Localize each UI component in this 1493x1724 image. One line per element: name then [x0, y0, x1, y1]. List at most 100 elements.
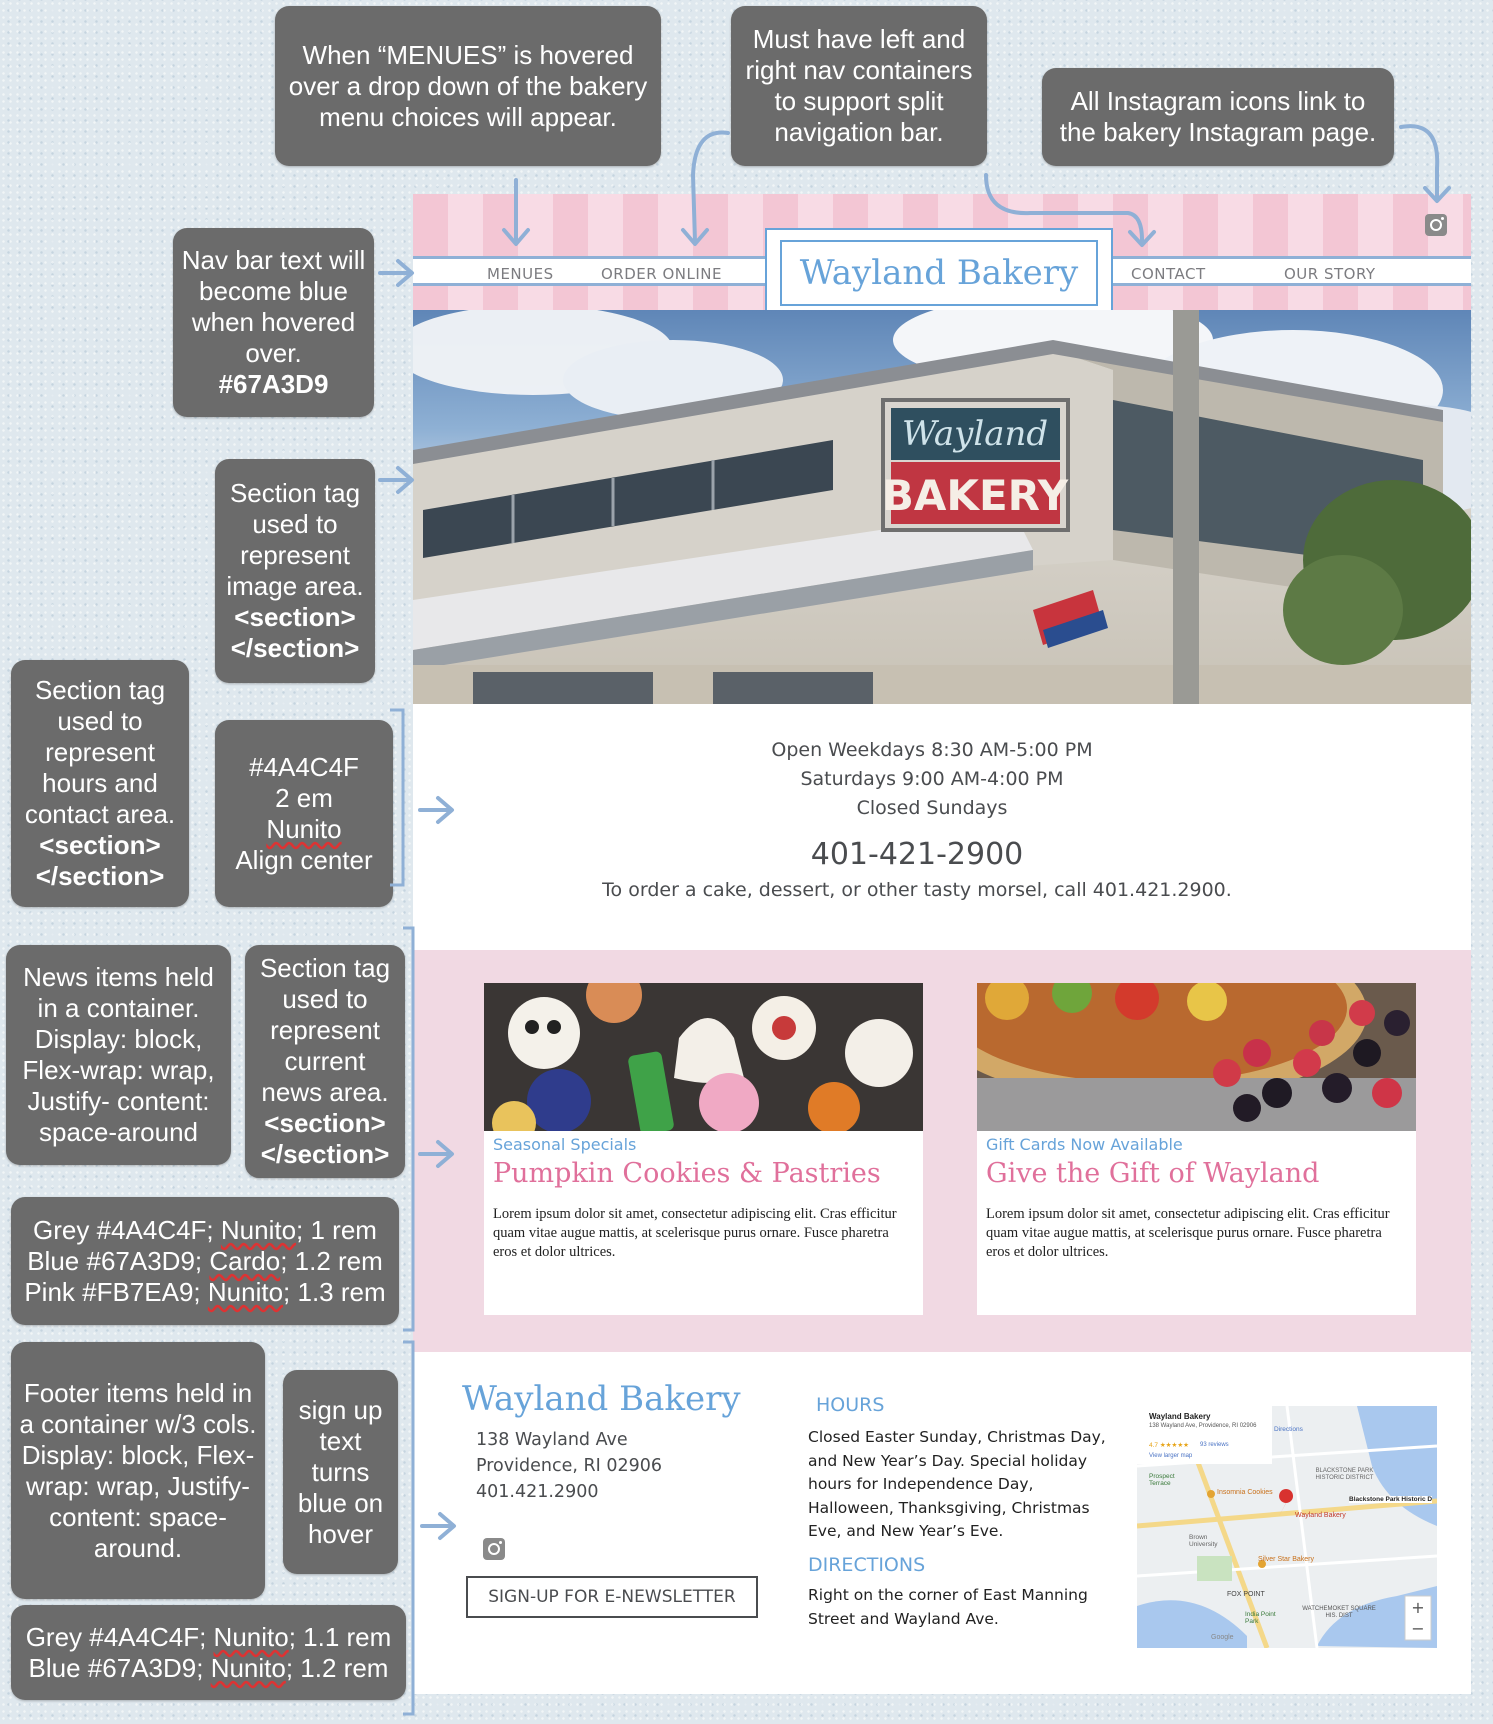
note-news-pink-a: Pink #FB7EA9;: [24, 1276, 208, 1307]
note-menues-hover: When “MENUES” is hovered over a drop dow…: [275, 6, 661, 166]
note-news-blue-size: ; 1.2 rem: [280, 1245, 383, 1276]
map-insomnia: Insomnia Cookies: [1217, 1489, 1273, 1496]
cookies-photo: [484, 983, 923, 1131]
note-footer-grey-a: Grey #4A4C4F;: [25, 1621, 214, 1652]
news-kicker: Seasonal Specials: [493, 1135, 637, 1154]
note-news-container-text: News items held in a container. Display:…: [22, 962, 215, 1147]
map-silver-star: Silver Star Bakery: [1258, 1556, 1315, 1563]
note-image-section-tag: <section></section>: [230, 602, 360, 663]
note-news-pink-font: Nunito: [207, 1276, 284, 1307]
sign-bakery: BAKERY: [882, 471, 1069, 520]
website-mockup: MENUES ORDER ONLINE CONTACT OUR STORY Wa…: [413, 194, 1471, 1694]
map-reviews[interactable]: 93 reviews: [1200, 1442, 1229, 1448]
note-news-pink-size: ; 1.3 rem: [283, 1276, 386, 1307]
signup-label: SIGN-UP FOR E-NEWSLETTER: [488, 1587, 736, 1607]
note-news-grey-a: Grey #4A4C4F;: [33, 1214, 221, 1245]
note-news-container: News items held in a container. Display:…: [6, 945, 231, 1165]
svg-text:+: +: [1411, 1598, 1424, 1617]
map-place: Wayland Bakery: [1149, 1412, 1211, 1421]
hours-sunday: Closed Sundays: [856, 797, 1008, 819]
note-news-blue-a: Blue #67A3D9;: [27, 1245, 210, 1276]
map-fox-point: FOX POINT: [1227, 1591, 1265, 1598]
note-menues-hover-text: When “MENUES” is hovered over a drop dow…: [288, 39, 648, 132]
news-headline[interactable]: Pumpkin Cookies & Pastries: [493, 1158, 881, 1189]
footer-hours-text: Closed Easter Sunday, Christmas Day, and…: [808, 1428, 1106, 1540]
note-news-section-tag: <section></section>: [260, 1108, 390, 1169]
note-footer-style: Grey #4A4C4F; Nunito; 1.1 rem Blue #67A3…: [11, 1605, 406, 1700]
note-hours-style-size: 2 em: [275, 782, 333, 813]
news-card[interactable]: Seasonal Specials Pumpkin Cookies & Past…: [484, 983, 923, 1315]
map-directions-link[interactable]: Directions: [1274, 1426, 1303, 1433]
map-pin-label: Wayland Bakery: [1295, 1512, 1346, 1519]
site-logo: Wayland Bakery: [799, 253, 1079, 293]
location-map[interactable]: + − Wayland Bakery 138 Wayland Ave, Prov…: [1137, 1406, 1437, 1648]
news-body: Lorem ipsum dolor sit amet, consectetur …: [986, 1206, 1390, 1260]
note-nav-blue: Nav bar text will become blue when hover…: [173, 228, 374, 417]
hours-weekdays: Open Weekdays 8:30 AM-5:00 PM: [771, 739, 1093, 761]
footer-logo: Wayland Bakery: [462, 1379, 741, 1419]
note-footer-blue-a: Blue #67A3D9;: [28, 1652, 211, 1683]
nav-contact[interactable]: CONTACT: [1131, 265, 1206, 283]
note-footer-container-text: Footer items held in a container w/3 col…: [19, 1377, 257, 1563]
note-footer-container: Footer items held in a container w/3 col…: [11, 1342, 265, 1599]
news-kicker: Gift Cards Now Available: [986, 1135, 1183, 1154]
nav-menues[interactable]: MENUES: [487, 265, 554, 283]
footer-directions-text: Right on the corner of East Manning Stre…: [808, 1586, 1088, 1628]
news-body: Lorem ipsum dolor sit amet, consectetur …: [493, 1206, 897, 1260]
instagram-icon[interactable]: [1425, 214, 1447, 236]
footer-city: Providence, RI 02906: [476, 1456, 663, 1476]
nav-order-online[interactable]: ORDER ONLINE: [601, 265, 722, 283]
note-split-nav-text: Must have left and right nav containers …: [745, 24, 973, 147]
footer-phone[interactable]: 401.421.2900: [476, 1482, 598, 1502]
note-news-blue-font: Cardo: [209, 1245, 281, 1276]
map-google: Google: [1211, 1634, 1234, 1641]
fruit-tart-photo: [977, 983, 1416, 1131]
note-image-section: Section tag used to represent image area…: [215, 459, 375, 683]
site-header: MENUES ORDER ONLINE CONTACT OUR STORY Wa…: [413, 194, 1471, 318]
map-rating: 4.7 ★★★★★: [1149, 1442, 1189, 1449]
map-address: 138 Wayland Ave, Providence, RI 02906: [1149, 1423, 1257, 1429]
news-card[interactable]: Gift Cards Now Available Give the Gift o…: [977, 983, 1416, 1315]
note-instagram: All Instagram icons link to the bakery I…: [1042, 68, 1394, 166]
note-nav-blue-color: #67A3D9: [218, 369, 329, 399]
map-brown: Brown University: [1189, 1534, 1218, 1548]
hero-image: Wayland BAKERY: [413, 310, 1471, 704]
newsletter-signup-button[interactable]: SIGN-UP FOR E-NEWSLETTER: [466, 1576, 758, 1618]
note-signup-hover: sign up text turns blue on hover: [283, 1370, 398, 1574]
note-news-grey-font: Nunito: [220, 1214, 297, 1245]
sign-script: Wayland: [902, 414, 1048, 454]
map-india-point: India Point Park: [1245, 1611, 1276, 1625]
footer-directions-heading: DIRECTIONS: [808, 1554, 926, 1576]
hours-saturday: Saturdays 9:00 AM-4:00 PM: [800, 768, 1064, 790]
order-text: To order a cake, dessert, or other tasty…: [602, 879, 1232, 901]
note-split-nav: Must have left and right nav containers …: [731, 6, 987, 166]
nav-our-story[interactable]: OUR STORY: [1284, 265, 1376, 283]
note-footer-grey-font: Nunito: [213, 1621, 289, 1652]
note-hours-style-font: Nunito: [266, 813, 342, 844]
note-hours-style-align: Align center: [235, 844, 373, 875]
footer-hours-heading: HOURS: [816, 1394, 885, 1416]
note-hours-section-tag: <section></section>: [35, 830, 165, 891]
note-news-section-text: Section tag used to represent current ne…: [259, 953, 391, 1107]
note-footer-blue-size: ; 1.2 rem: [285, 1652, 389, 1683]
note-image-section-text: Section tag used to represent image area…: [226, 478, 364, 601]
map-prospect: Prospect Terrace: [1149, 1473, 1175, 1487]
map-watchemoket: WATCHEMOKET SQUARE HIS. DIST: [1302, 1606, 1376, 1619]
footer-instagram-icon[interactable]: [483, 1538, 505, 1560]
note-signup-hover-text: sign up text turns blue on hover: [297, 1394, 384, 1549]
note-news-grey-size: ; 1 rem: [296, 1214, 377, 1245]
note-news-section: Section tag used to represent current ne…: [245, 945, 405, 1178]
bakery-storefront-photo: Wayland BAKERY: [413, 310, 1471, 704]
note-footer-blue-font: Nunito: [210, 1652, 286, 1683]
logo-box[interactable]: Wayland Bakery: [765, 228, 1113, 318]
news-headline[interactable]: Give the Gift of Wayland: [986, 1158, 1319, 1189]
note-instagram-text: All Instagram icons link to the bakery I…: [1059, 86, 1377, 147]
phone-number[interactable]: 401-421-2900: [398, 837, 1436, 872]
note-hours-section: Section tag used to represent hours and …: [11, 660, 189, 907]
note-footer-grey-size: ; 1.1 rem: [288, 1621, 392, 1652]
note-hours-style-color: #4A4C4F: [249, 751, 359, 782]
footer-street: 138 Wayland Ave: [476, 1430, 628, 1450]
map-larger-link[interactable]: View larger map: [1149, 1453, 1192, 1459]
logo-frame: Wayland Bakery: [780, 240, 1098, 306]
news-section: Seasonal Specials Pumpkin Cookies & Past…: [413, 950, 1471, 1352]
